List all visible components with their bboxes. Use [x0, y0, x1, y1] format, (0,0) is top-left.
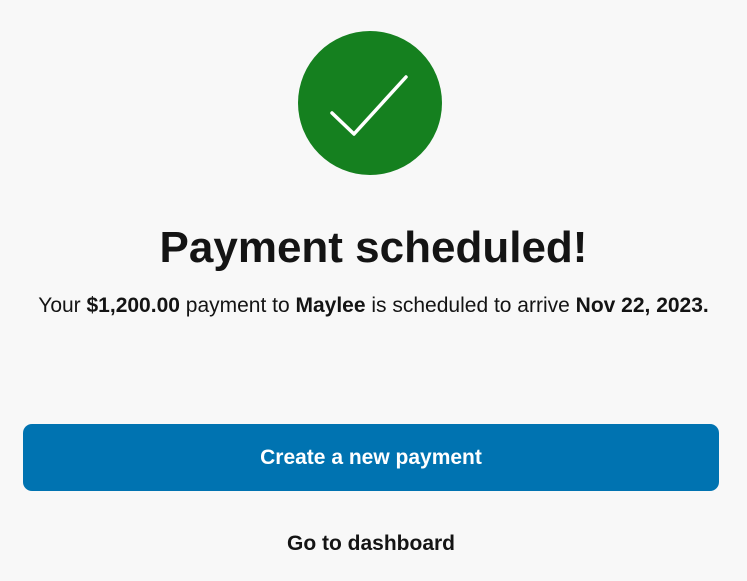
message-text: payment to — [179, 294, 296, 317]
confirmation-message: Your $1,200.00 payment to Maylee is sche… — [30, 288, 717, 323]
payment-confirmation-page: Payment scheduled! Your $1,200.00 paymen… — [0, 0, 747, 581]
recipient-name: Maylee — [295, 294, 366, 317]
success-badge — [298, 31, 442, 175]
message-text: Your — [38, 294, 87, 317]
create-new-payment-button[interactable]: Create a new payment — [23, 424, 719, 491]
arrival-date: Nov 22, 2023. — [575, 294, 709, 317]
go-to-dashboard-button[interactable]: Go to dashboard — [23, 524, 719, 564]
page-title: Payment scheduled! — [159, 223, 588, 272]
checkmark-icon — [330, 75, 408, 136]
message-text: is scheduled to arrive — [365, 294, 576, 317]
payment-amount: $1,200.00 — [86, 294, 180, 317]
